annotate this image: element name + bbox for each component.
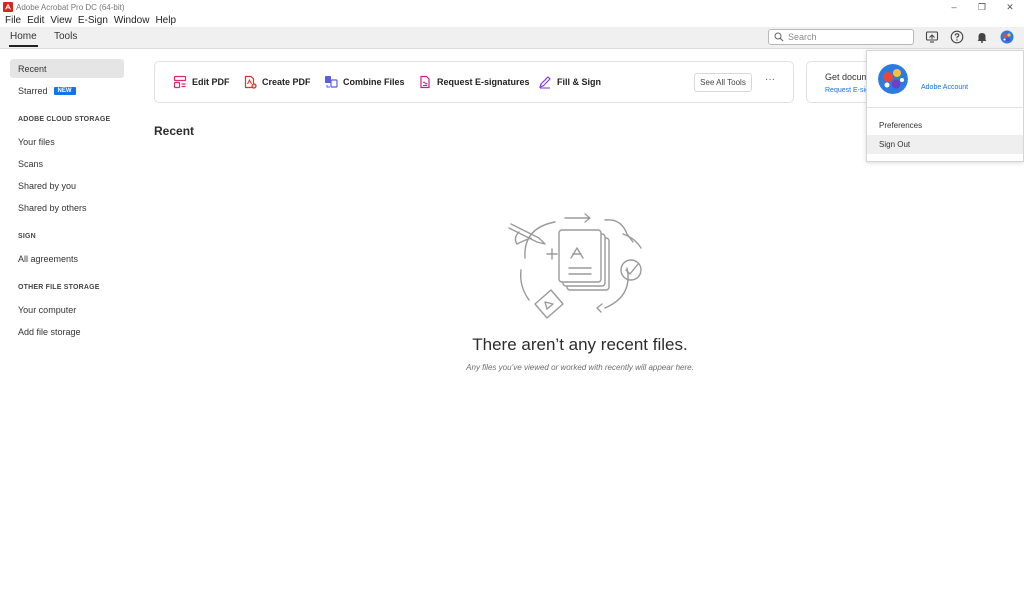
- search-icon: [774, 32, 784, 42]
- restore-button[interactable]: ❐: [968, 0, 996, 14]
- tool-label: Combine Files: [343, 77, 405, 87]
- menu-divider: [867, 107, 1023, 108]
- menu-item-preferences[interactable]: Preferences: [867, 116, 1023, 135]
- more-options-button[interactable]: ···: [765, 74, 775, 85]
- menu-view[interactable]: View: [50, 15, 72, 26]
- section-heading-cloud-storage: ADOBE CLOUD STORAGE: [18, 116, 111, 123]
- sidebar-item-label: Scans: [18, 158, 44, 169]
- empty-files-illustration: [505, 208, 655, 324]
- sidebar: Recent Starred NEW ADOBE CLOUD STORAGE Y…: [0, 50, 134, 616]
- profile-avatar-icon[interactable]: [1000, 30, 1014, 44]
- sidebar-item-shared-by-others[interactable]: Shared by others: [10, 198, 124, 217]
- menu-esign[interactable]: E-Sign: [78, 15, 108, 26]
- sidebar-item-label: Add file storage: [18, 326, 81, 337]
- tool-label: Edit PDF: [192, 77, 230, 87]
- sidebar-item-shared-by-you[interactable]: Shared by you: [10, 176, 124, 195]
- sidebar-item-scans[interactable]: Scans: [10, 154, 124, 173]
- nav-bar: Home Tools: [0, 27, 1024, 49]
- tab-home[interactable]: Home: [9, 31, 38, 47]
- sidebar-item-label: Shared by you: [18, 180, 77, 191]
- close-button[interactable]: ✕: [996, 0, 1024, 14]
- tool-combine-files[interactable]: Combine Files: [324, 75, 405, 89]
- tool-fill-sign[interactable]: Fill & Sign: [538, 75, 601, 89]
- tab-tools[interactable]: Tools: [54, 31, 77, 42]
- help-icon[interactable]: [950, 30, 964, 44]
- menu-bar: File Edit View E-Sign Window Help: [0, 14, 177, 27]
- menu-help[interactable]: Help: [155, 15, 176, 26]
- sidebar-item-all-agreements[interactable]: All agreements: [10, 249, 124, 268]
- empty-state-subtitle: Any files you’ve viewed or worked with r…: [466, 363, 694, 372]
- fill-sign-pen-icon: [539, 76, 551, 89]
- new-badge: NEW: [53, 86, 76, 95]
- tool-create-pdf[interactable]: Create PDF: [243, 75, 311, 89]
- edit-pdf-icon: [173, 75, 187, 89]
- search-box[interactable]: [768, 29, 914, 45]
- sidebar-item-label: Your computer: [18, 304, 77, 315]
- tool-label: Request E-signatures: [437, 77, 530, 87]
- tool-label: Fill & Sign: [557, 77, 601, 87]
- sidebar-item-label: All agreements: [18, 253, 79, 264]
- share-screen-icon[interactable]: [925, 30, 939, 44]
- minimize-button[interactable]: –: [940, 0, 968, 14]
- notifications-bell-icon[interactable]: [975, 30, 989, 44]
- adobe-account-link[interactable]: Adobe Account: [921, 84, 968, 91]
- window-title: Adobe Acrobat Pro DC (64-bit): [16, 2, 125, 12]
- section-heading-other-storage: OTHER FILE STORAGE: [18, 284, 100, 291]
- sidebar-item-label: Starred: [18, 85, 48, 96]
- promo-link[interactable]: Request E-sig: [825, 87, 869, 94]
- window-controls: – ❐ ✕: [940, 0, 1024, 14]
- sidebar-item-label: Shared by others: [18, 202, 87, 213]
- menu-file[interactable]: File: [5, 15, 21, 26]
- section-heading-sign: SIGN: [18, 233, 36, 240]
- sidebar-item-recent[interactable]: Recent: [10, 59, 124, 78]
- acrobat-logo-icon: [3, 2, 13, 12]
- sidebar-item-starred[interactable]: Starred NEW: [10, 81, 124, 100]
- see-all-tools-button[interactable]: See All Tools: [694, 73, 752, 92]
- account-dropdown-menu: Adobe Account Preferences Sign Out: [866, 50, 1024, 162]
- search-input[interactable]: [788, 32, 898, 42]
- tool-label: Create PDF: [262, 77, 311, 87]
- title-bar: Adobe Acrobat Pro DC (64-bit) – ❐ ✕: [0, 0, 1024, 14]
- account-avatar: [878, 64, 908, 94]
- quick-tools-card: Edit PDF Create PDF Combine Files Reques…: [154, 61, 794, 103]
- sidebar-item-your-computer[interactable]: Your computer: [10, 300, 124, 319]
- menu-edit[interactable]: Edit: [27, 15, 44, 26]
- recent-section-title: Recent: [154, 124, 195, 138]
- menu-item-sign-out[interactable]: Sign Out: [867, 135, 1023, 154]
- empty-state-title: There aren’t any recent files.: [472, 335, 688, 354]
- create-pdf-icon: [244, 75, 257, 89]
- tool-edit-pdf[interactable]: Edit PDF: [173, 75, 230, 89]
- combine-files-icon: [325, 76, 338, 88]
- sidebar-item-label: Your files: [18, 136, 55, 147]
- promo-title: Get docum: [825, 72, 870, 82]
- menu-window[interactable]: Window: [114, 15, 150, 26]
- sidebar-item-label: Recent: [18, 63, 47, 74]
- tool-request-esignatures[interactable]: Request E-signatures: [418, 75, 530, 89]
- sidebar-item-add-file-storage[interactable]: Add file storage: [10, 322, 124, 341]
- sidebar-item-your-files[interactable]: Your files: [10, 132, 124, 151]
- request-esignatures-icon: [420, 75, 430, 89]
